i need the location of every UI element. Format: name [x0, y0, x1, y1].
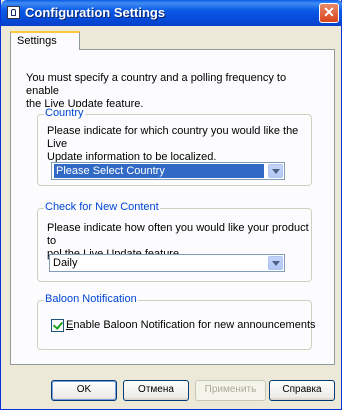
notification-checkbox-label[interactable]: Enable Baloon Notification for new annou… [66, 319, 316, 331]
ok-button[interactable]: OK [51, 380, 117, 401]
checkmark-icon [52, 319, 64, 330]
window-title: Configuration Settings [25, 5, 166, 20]
intro-text: You must specify a country and a polling… [26, 72, 316, 111]
intro-line-1: You must specify a country and a polling… [26, 72, 287, 97]
chevron-down-icon[interactable] [268, 164, 283, 178]
country-legend: Country [44, 107, 85, 119]
help-button[interactable]: Справка [269, 380, 335, 401]
country-select-value: Please Select Country [54, 164, 264, 178]
close-button[interactable]: ✕ [319, 3, 339, 23]
country-select[interactable]: Please Select Country [51, 162, 285, 180]
frequency-select[interactable]: Daily [49, 254, 285, 272]
notification-label-text: nable Baloon Notification for new announ… [73, 319, 316, 331]
dialog-window: Configuration Settings ✕ Settings You mu… [0, 0, 342, 410]
cancel-button[interactable]: Отмена [123, 380, 189, 401]
title-bar[interactable]: Configuration Settings ✕ [1, 0, 342, 26]
apply-button[interactable]: Применить [195, 380, 266, 401]
frequency-select-value: Daily [53, 257, 78, 269]
country-description-line-1: Please indicate for which country you wo… [47, 125, 299, 150]
content-legend: Check for New Content [44, 201, 160, 213]
notification-legend: Baloon Notification [44, 293, 138, 305]
notification-checkbox[interactable] [51, 319, 64, 332]
tab-settings-label: Settings [17, 35, 57, 47]
lock-icon [7, 6, 20, 19]
chevron-down-icon[interactable] [268, 256, 283, 270]
content-description-line-1: Please indicate how often you would like… [47, 222, 309, 247]
tab-settings[interactable]: Settings [10, 31, 80, 50]
country-description: Please indicate for which country you wo… [47, 125, 312, 164]
